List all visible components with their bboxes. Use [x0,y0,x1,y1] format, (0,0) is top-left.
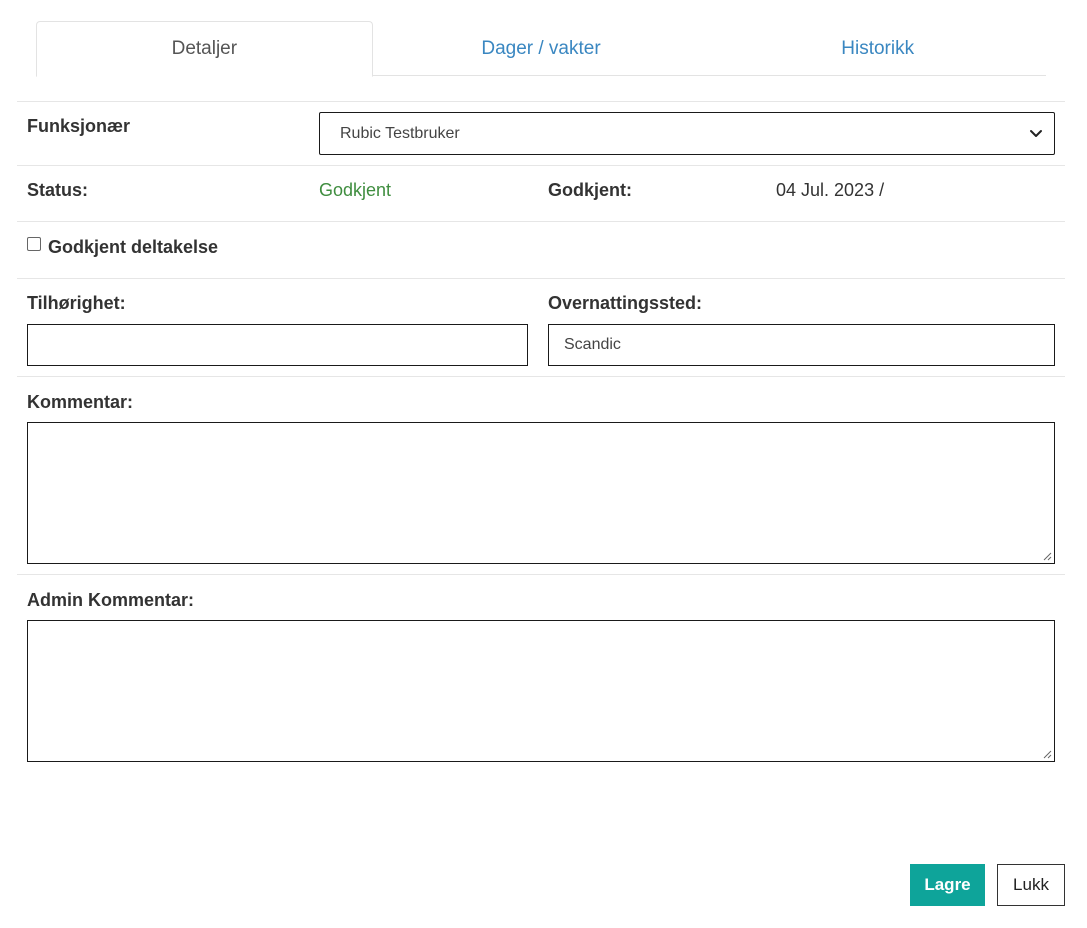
resize-grip-icon[interactable] [1042,551,1052,561]
tab-dager-vakter[interactable]: Dager / vakter [373,21,710,76]
divider [17,165,1065,166]
tab-detaljer[interactable]: Detaljer [36,21,373,77]
chevron-down-icon [1030,130,1042,137]
kommentar-label: Kommentar: [27,392,134,412]
godkjent-deltakelse-label[interactable]: Godkjent deltakelse [48,237,218,258]
resize-grip-icon[interactable] [1042,749,1052,759]
divider [17,574,1065,575]
admin-kommentar-label: Admin Kommentar: [27,590,195,610]
close-button[interactable]: Lukk [997,864,1065,906]
godkjent-label: Godkjent: [548,180,632,200]
kommentar-textarea[interactable] [27,422,1055,564]
godkjent-deltakelse-checkbox[interactable] [27,237,41,251]
divider [17,376,1065,377]
overnattingssted-input[interactable]: Scandic [548,324,1055,366]
status-value: Godkjent [319,180,392,200]
admin-kommentar-textarea[interactable] [27,620,1055,762]
godkjent-date: 04 Jul. 2023 / [776,180,885,200]
tab-historikk[interactable]: Historikk [709,21,1046,76]
status-label: Status: [27,180,89,200]
save-button[interactable]: Lagre [910,864,985,906]
funksjonaer-select[interactable]: Rubic Testbruker [319,112,1055,155]
funksjonaer-label: Funksjonær [27,116,131,136]
divider [17,221,1065,222]
tab-bar: Detaljer Dager / vakter Historikk [36,21,1046,77]
tilhorighet-label: Tilhørighet: [27,293,126,313]
divider [17,278,1065,279]
tilhorighet-input[interactable] [27,324,528,366]
funksjonaer-selected-value: Rubic Testbruker [340,124,460,142]
divider [17,101,1065,102]
overnattingssted-label: Overnattingssted: [548,293,703,313]
